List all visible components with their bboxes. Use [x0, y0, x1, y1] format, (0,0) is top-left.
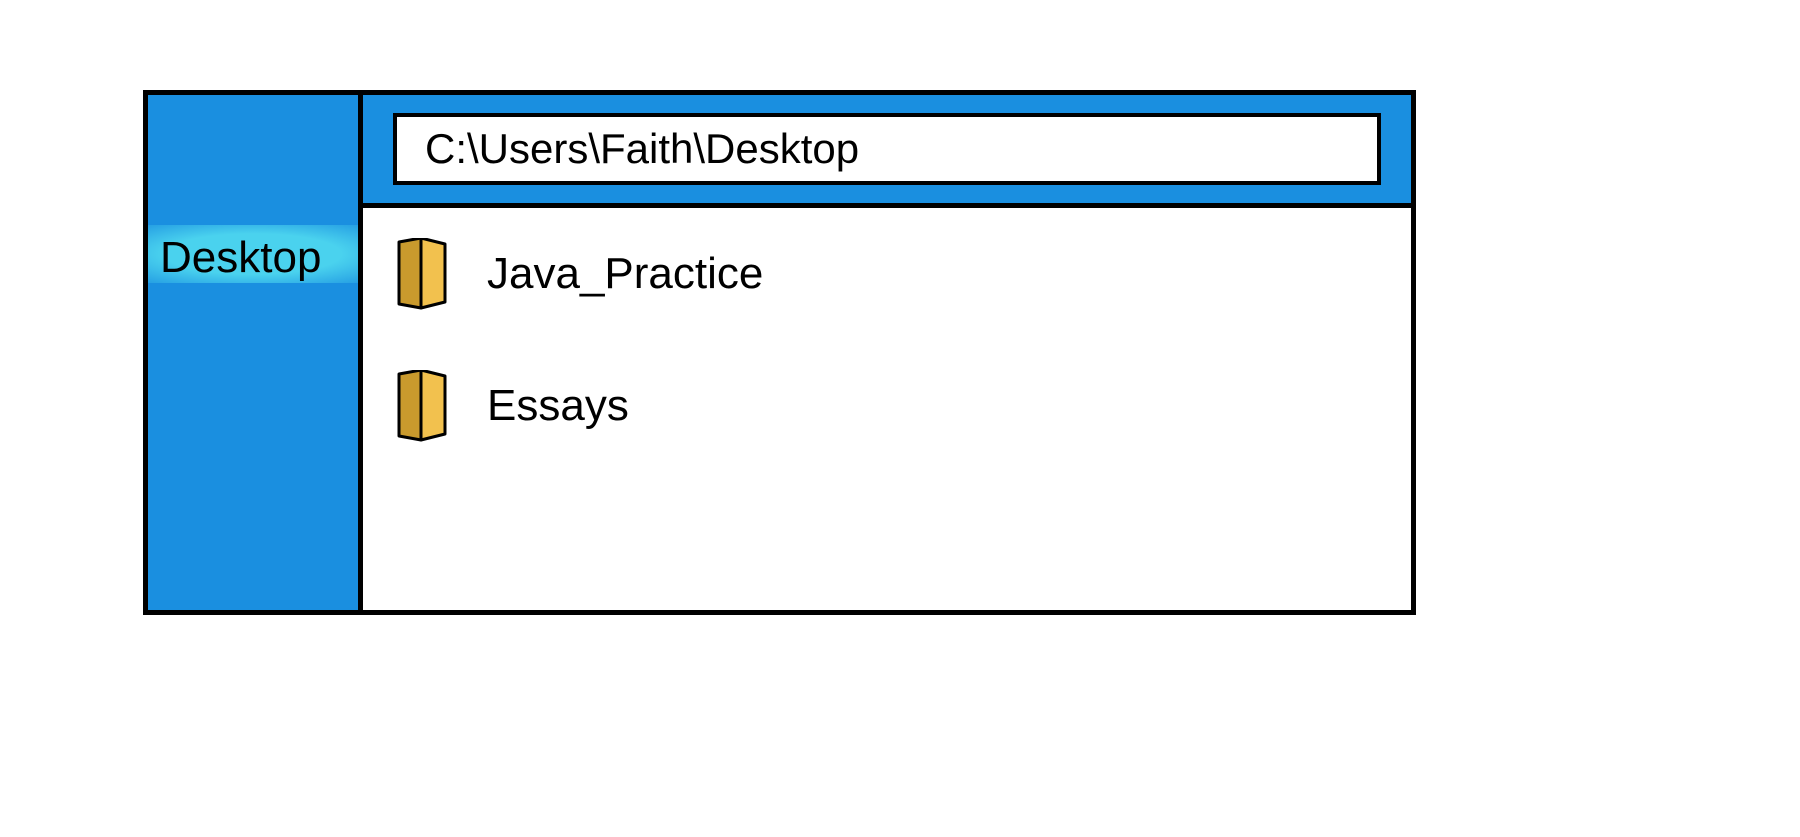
address-bar-area	[363, 95, 1411, 208]
address-input[interactable]	[393, 113, 1381, 185]
sidebar-item-desktop[interactable]: Desktop	[148, 227, 358, 289]
folder-item-essays[interactable]: Essays	[393, 370, 1381, 442]
file-explorer-window: Desktop Java_Practice	[143, 90, 1416, 615]
folder-icon	[393, 238, 449, 310]
folder-item-java-practice[interactable]: Java_Practice	[393, 238, 1381, 310]
folder-label: Essays	[487, 381, 629, 431]
folder-content-area: Java_Practice Essays	[363, 208, 1411, 610]
folder-icon	[393, 370, 449, 442]
sidebar: Desktop	[148, 95, 363, 610]
main-panel: Java_Practice Essays	[363, 95, 1411, 610]
folder-label: Java_Practice	[487, 249, 763, 299]
sidebar-item-label: Desktop	[160, 233, 321, 282]
